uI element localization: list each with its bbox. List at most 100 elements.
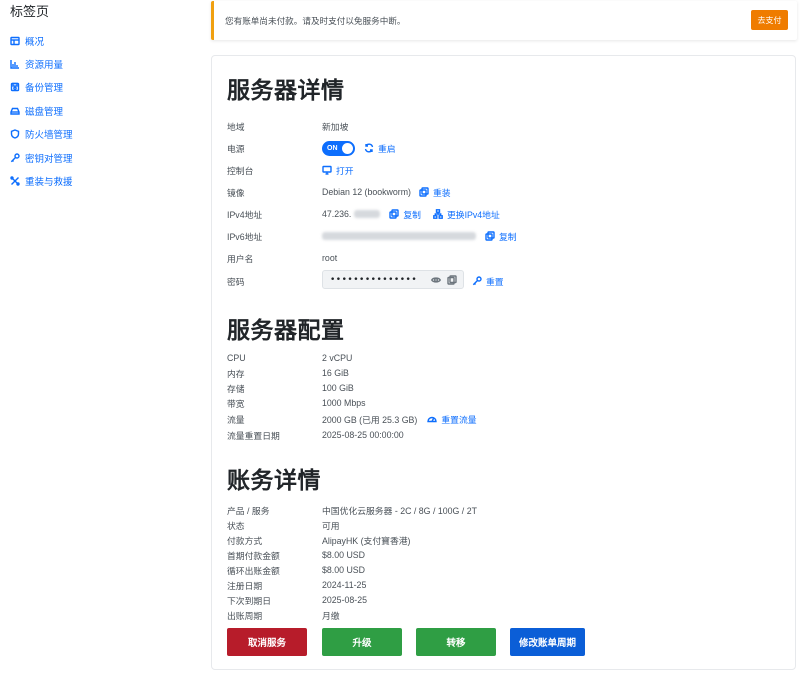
key-icon	[10, 152, 20, 162]
copy-ipv4-label: 复制	[403, 209, 421, 220]
ipv4-row: IPv4地址 47.236. 复制 更换IPv4地址	[227, 207, 787, 221]
password-row: 密码 重置	[227, 270, 787, 289]
payment-label: 付款方式	[227, 535, 263, 546]
sidebar-item-resource-usage[interactable]: 资源用量	[10, 52, 190, 75]
registration-date-row: 注册日期 2024-11-25	[227, 578, 787, 592]
console-row: 控制台 打开	[227, 163, 787, 177]
due-date-row: 下次到期日 2025-08-25	[227, 593, 787, 607]
change-ipv4-label: 更换IPv4地址	[446, 209, 500, 220]
password-input[interactable]	[323, 274, 423, 285]
storage-row: 存储 100 GiB	[227, 381, 787, 395]
reinstall-link[interactable]: 重装	[419, 186, 451, 199]
network-icon	[433, 209, 443, 219]
power-toggle[interactable]: ON	[322, 140, 355, 156]
sidebar-item-reinstall-rescue[interactable]: 重装与救援	[10, 169, 190, 192]
product-value: 中国优化云服务器 - 2C / 8G / 100G / 2T	[322, 505, 477, 516]
ipv4-label: IPv4地址	[227, 209, 263, 220]
product-label: 产品 / 服务	[227, 505, 270, 516]
traffic-value: 2000 GB (已用 25.3 GB)	[322, 414, 418, 425]
transfer-button[interactable]: 转移	[416, 628, 496, 656]
alert-message: 您有账单尚未付款。请及时支付以免服务中断。	[225, 16, 406, 26]
sidebar-item-label: 资源用量	[25, 60, 64, 72]
service-card: 服务器详情 地域 新加坡 电源 ON 重启 控制台 打开 镜像 Debian 1…	[211, 55, 796, 670]
ipv6-row: IPv6地址 复制	[227, 229, 787, 243]
open-console-link[interactable]: 打开	[322, 164, 354, 177]
billing-cycle-label: 出账周期	[227, 610, 263, 621]
clipboard-icon[interactable]	[447, 275, 457, 285]
cpu-value: 2 vCPU	[322, 353, 353, 363]
copy-ipv4-link[interactable]: 复制	[389, 208, 421, 221]
sidebar-item-label: 防火墙管理	[25, 130, 73, 142]
bandwidth-label: 带宽	[227, 398, 245, 409]
region-row: 地域 新加坡	[227, 119, 787, 133]
open-console-label: 打开	[336, 165, 354, 176]
shield-icon	[10, 129, 20, 139]
dashboard-icon	[10, 36, 20, 45]
first-amount-label: 首期付款金额	[227, 550, 280, 561]
reset-password-label: 重置	[486, 276, 504, 287]
unpaid-invoice-alert: 您有账单尚未付款。请及时支付以免服务中断。 去支付	[211, 1, 797, 40]
copy-ipv6-label: 复制	[499, 231, 517, 242]
ipv4-redacted	[354, 210, 381, 218]
key-icon	[472, 276, 482, 286]
upgrade-button[interactable]: 升级	[322, 628, 402, 656]
copy-icon	[389, 209, 400, 219]
restart-label: 重启	[378, 143, 396, 154]
sidebar-item-label: 磁盘管理	[25, 106, 64, 118]
sidebar-item-label: 备份管理	[25, 83, 64, 95]
gauge-icon	[427, 416, 438, 423]
memory-value: 16 GiB	[322, 368, 349, 378]
status-value: 可用	[322, 520, 340, 531]
storage-value: 100 GiB	[322, 383, 354, 393]
registration-date-value: 2024-11-25	[322, 580, 367, 590]
due-date-value: 2025-08-25	[322, 595, 367, 605]
server-details-heading: 服务器详情	[227, 77, 345, 103]
product-row: 产品 / 服务 中国优化云服务器 - 2C / 8G / 100G / 2T	[227, 503, 787, 517]
username-label: 用户名	[227, 253, 254, 264]
traffic-row: 流量 2000 GB (已用 25.3 GB) 重置流量	[227, 412, 787, 426]
sidebar-nav: 概况 资源用量 备份管理 磁盘管理 防火墙管理 密钥对管理 重装与救援	[10, 29, 190, 193]
sidebar-item-firewall[interactable]: 防火墙管理	[10, 123, 190, 146]
sidebar-item-overview[interactable]: 概况	[10, 29, 190, 52]
restart-link[interactable]: 重启	[364, 142, 396, 155]
sidebar-item-disk[interactable]: 磁盘管理	[10, 99, 190, 122]
status-row: 状态 可用	[227, 518, 787, 532]
sidebar-item-label: 密钥对管理	[25, 153, 73, 165]
recurring-amount-value: $8.00 USD	[322, 565, 366, 575]
tools-icon	[10, 176, 20, 186]
traffic-reset-date-value: 2025-08-25 00:00:00	[322, 430, 404, 440]
reset-password-link[interactable]: 重置	[472, 275, 504, 288]
change-billing-cycle-button[interactable]: 修改账单周期	[510, 628, 585, 656]
pay-now-button[interactable]: 去支付	[751, 10, 788, 30]
billing-heading: 账务详情	[227, 467, 321, 493]
password-field	[322, 270, 464, 289]
image-value: Debian 12 (bookworm)	[322, 187, 411, 197]
ipv6-redacted	[322, 232, 476, 240]
backup-icon	[10, 83, 20, 92]
billing-cycle-row: 出账周期 月缴	[227, 608, 787, 622]
payment-row: 付款方式 AlipayHK (支付寶香港)	[227, 533, 787, 547]
traffic-reset-date-label: 流量重置日期	[227, 430, 280, 441]
copy-icon	[419, 187, 429, 197]
sidebar-item-backup[interactable]: 备份管理	[10, 76, 190, 99]
username-value: root	[322, 253, 338, 263]
bandwidth-value: 1000 Mbps	[322, 398, 366, 408]
refresh-icon	[364, 143, 374, 153]
registration-date-label: 注册日期	[227, 580, 263, 591]
sidebar-item-keypair[interactable]: 密钥对管理	[10, 146, 190, 169]
toggle-knob	[342, 142, 353, 154]
username-row: 用户名 root	[227, 251, 787, 265]
eye-icon[interactable]	[431, 275, 441, 285]
image-row: 镜像 Debian 12 (bookworm) 重装	[227, 185, 787, 199]
payment-value: AlipayHK (支付寶香港)	[322, 535, 411, 546]
change-ipv4-link[interactable]: 更换IPv4地址	[433, 208, 500, 221]
memory-label: 内存	[227, 368, 245, 379]
memory-row: 内存 16 GiB	[227, 366, 787, 380]
recurring-amount-label: 循环出账金额	[227, 565, 280, 576]
power-state: ON	[327, 144, 338, 152]
reset-traffic-link[interactable]: 重置流量	[427, 413, 477, 426]
sidebar-title: 标签页	[10, 4, 50, 19]
cancel-service-button[interactable]: 取消服务	[227, 628, 307, 656]
cpu-row: CPU 2 vCPU	[227, 351, 787, 365]
copy-ipv6-link[interactable]: 复制	[485, 230, 517, 243]
